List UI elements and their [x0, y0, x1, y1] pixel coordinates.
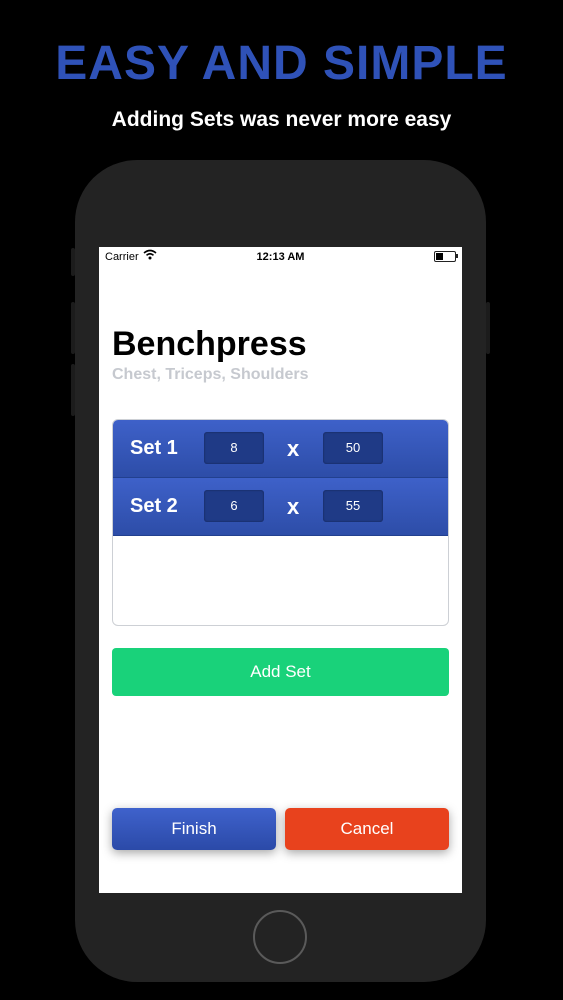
- exercise-title: Benchpress: [112, 325, 307, 363]
- power-button: [486, 302, 490, 354]
- promo-headline: EASY AND SIMPLE: [55, 37, 508, 90]
- app-screen: Carrier 12:13 AM Benchpress Chest, Trice…: [99, 247, 462, 893]
- set-label: Set 2: [130, 495, 178, 517]
- cancel-button[interactable]: Cancel: [285, 808, 449, 850]
- exercise-muscles: Chest, Triceps, Shoulders: [112, 366, 309, 383]
- set-label: Set 1: [130, 437, 178, 459]
- weight-field[interactable]: 50: [323, 432, 383, 464]
- volume-up-button: [71, 302, 75, 354]
- mute-switch: [71, 248, 75, 276]
- times-separator: x: [287, 436, 300, 461]
- reps-field[interactable]: 8: [204, 432, 264, 464]
- promo-tagline: Adding Sets was never more easy: [111, 108, 452, 131]
- add-set-button[interactable]: Add Set: [112, 648, 449, 696]
- home-button[interactable]: [253, 910, 307, 964]
- sets-list: Set 1 8 x 50 Set 2 6 x 55: [112, 419, 449, 626]
- set-row: Set 1 8 x 50: [113, 420, 448, 478]
- battery-icon: [434, 251, 458, 262]
- times-separator: x: [287, 494, 300, 519]
- set-row: Set 2 6 x 55: [113, 478, 448, 536]
- finish-button[interactable]: Finish: [112, 808, 276, 850]
- status-time: 12:13 AM: [256, 251, 305, 263]
- status-bar: Carrier 12:13 AM: [99, 247, 462, 267]
- reps-field[interactable]: 6: [204, 490, 264, 522]
- weight-field[interactable]: 55: [323, 490, 383, 522]
- volume-down-button: [71, 364, 75, 416]
